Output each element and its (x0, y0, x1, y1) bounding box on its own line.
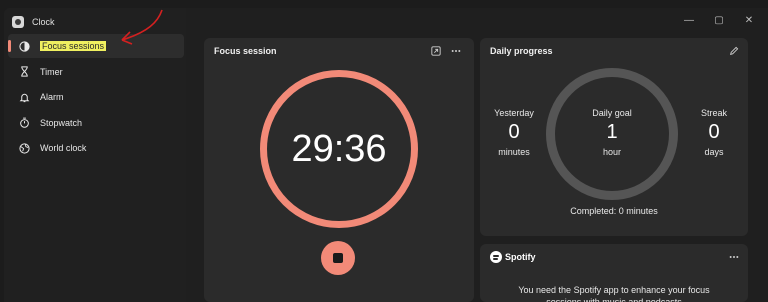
sidebar-item-label: World clock (40, 143, 87, 154)
main-content: — ▢ ✕ Focus session 29:36 Daily progress (186, 8, 768, 302)
sidebar-item-label: Stopwatch (40, 117, 83, 128)
completed-text: Completed: 0 minutes (570, 206, 658, 216)
streak-unit: days (704, 147, 724, 157)
daily-progress-title: Daily progress (490, 46, 553, 56)
hourglass-icon (18, 66, 30, 78)
streak-label: Streak (700, 108, 727, 118)
yesterday-unit: minutes (498, 147, 530, 157)
compact-overlay-icon[interactable] (428, 43, 444, 59)
titlebar: Clock (12, 14, 55, 30)
maximize-button[interactable]: ▢ (704, 10, 734, 30)
yesterday-stat: Yesterday 0 minutes (490, 108, 538, 157)
sidebar-item-stopwatch[interactable]: Stopwatch (8, 111, 184, 135)
daily-goal-stat: Daily goal 1 hour (584, 108, 640, 157)
spotify-message: You need the Spotify app to enhance your… (518, 285, 710, 302)
sidebar: Clock Focus sessions Timer Alarm Stopwat… (4, 8, 186, 302)
sidebar-item-label: Focus sessions (40, 41, 107, 51)
daily-goal-value: 1 (606, 121, 618, 143)
spotify-card: Spotify You need the Spotify app to enha… (480, 244, 748, 302)
sidebar-item-focus-sessions[interactable]: Focus sessions (8, 34, 184, 58)
stop-icon (333, 253, 343, 263)
streak-value: 0 (708, 121, 720, 143)
window-controls: — ▢ ✕ (674, 10, 764, 30)
spotify-brand: Spotify (505, 252, 536, 262)
yesterday-label: Yesterday (494, 108, 534, 118)
clock-window: Clock Focus sessions Timer Alarm Stopwat… (4, 8, 768, 302)
edit-pencil-icon[interactable] (726, 43, 742, 59)
sidebar-item-timer[interactable]: Timer (8, 60, 184, 84)
yesterday-value: 0 (508, 121, 520, 143)
daily-progress-card: Daily progress Yesterday 0 minutes Daily… (480, 38, 748, 236)
sidebar-nav: Focus sessions Timer Alarm Stopwatch Wor… (8, 34, 184, 162)
daily-goal-label: Daily goal (592, 108, 632, 118)
sidebar-item-label: Timer (40, 66, 63, 77)
spotify-logo: Spotify (490, 251, 536, 263)
focus-icon (18, 40, 30, 52)
close-button[interactable]: ✕ (734, 10, 764, 30)
more-options-icon[interactable] (448, 43, 464, 59)
streak-stat: Streak 0 days (688, 108, 740, 157)
focus-timer-display: 29:36 (291, 127, 387, 170)
focus-session-card: Focus session 29:36 (204, 38, 474, 302)
sidebar-item-world-clock[interactable]: World clock (8, 136, 184, 160)
minimize-button[interactable]: — (674, 10, 704, 30)
stop-button[interactable] (321, 241, 355, 275)
app-title: Clock (32, 17, 55, 27)
globe-icon (18, 142, 30, 154)
focus-session-title: Focus session (214, 46, 277, 56)
stopwatch-icon (18, 117, 30, 129)
spotify-more-options-icon[interactable] (726, 249, 742, 265)
spotify-icon (490, 251, 502, 263)
sidebar-item-label: Alarm (40, 92, 64, 103)
daily-goal-unit: hour (602, 147, 621, 157)
bell-icon (18, 91, 30, 103)
clock-app-icon (12, 16, 24, 28)
sidebar-item-alarm[interactable]: Alarm (8, 85, 184, 109)
